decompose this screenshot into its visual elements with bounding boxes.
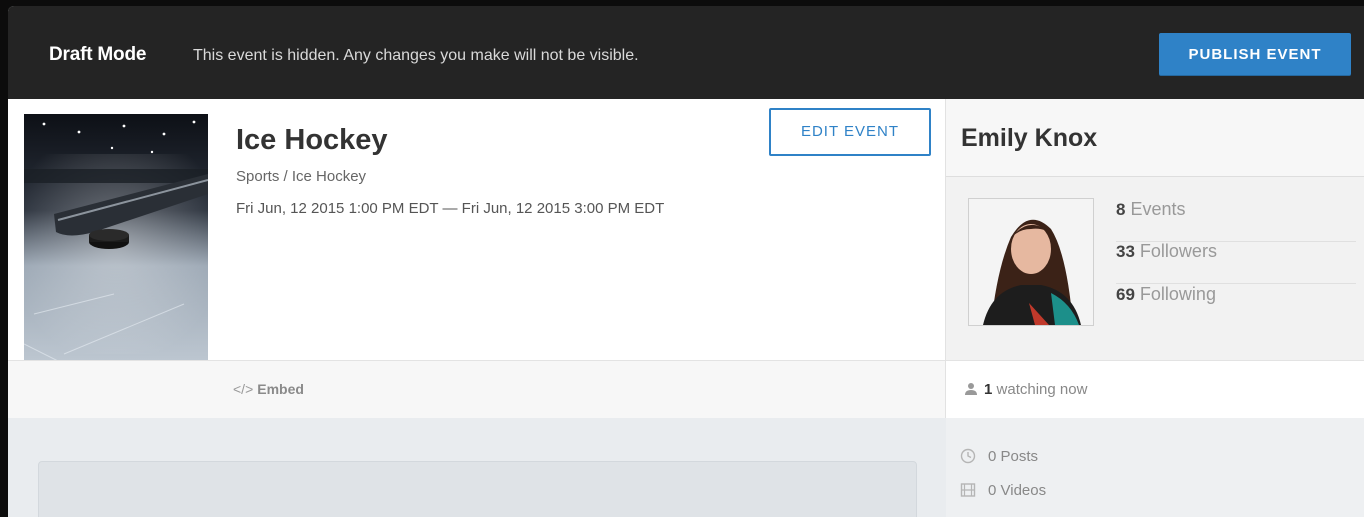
stat-followers-count: 33 — [1116, 242, 1135, 261]
draft-mode-message: This event is hidden. Any changes you ma… — [193, 47, 639, 64]
stat-events-label: Events — [1130, 199, 1186, 219]
clock-icon — [960, 448, 976, 464]
profile-name[interactable]: Emily Knox — [961, 124, 1097, 153]
watching-count: 1 — [984, 381, 993, 398]
edit-event-button[interactable]: EDIT EVENT — [769, 108, 931, 156]
embed-link[interactable]: </> Embed — [233, 381, 304, 397]
publish-event-button[interactable]: PUBLISH EVENT — [1159, 33, 1351, 76]
stat-followers[interactable]: 33 Followers — [1116, 241, 1356, 284]
event-card: Ice Hockey Sports / Ice Hockey Fri Jun, … — [8, 99, 946, 420]
event-card-footer: </> Embed — [8, 360, 945, 420]
posts-count[interactable]: 0 Posts — [960, 448, 1038, 465]
film-icon — [960, 483, 976, 497]
event-thumbnail — [24, 114, 208, 390]
hockey-image — [24, 114, 208, 390]
avatar[interactable] — [968, 198, 1094, 326]
watching-label: watching now — [996, 381, 1088, 398]
stat-events-count: 8 — [1116, 200, 1126, 219]
stat-following-label: Following — [1139, 284, 1216, 304]
stat-events[interactable]: 8 Events — [1116, 199, 1356, 242]
code-icon: </> — [233, 381, 254, 397]
draft-mode-label: Draft Mode — [49, 44, 147, 65]
event-date-range: Fri Jun, 12 2015 1:00 PM EDT — Fri Jun, … — [236, 200, 665, 217]
posts-label: 0 Posts — [988, 448, 1039, 465]
profile-header: Emily Knox — [946, 99, 1364, 177]
event-title: Ice Hockey — [236, 124, 388, 156]
host-profile-panel: Emily Knox 8 Events 33 Followers 69 Followi… — [946, 99, 1364, 420]
stat-following[interactable]: 69 Following — [1116, 284, 1356, 326]
stat-followers-label: Followers — [1139, 241, 1217, 261]
watching-bar: 1 watching now — [946, 360, 1364, 420]
post-composer-box[interactable] — [38, 461, 917, 517]
app-window: Draft Mode This event is hidden. Any cha… — [8, 6, 1364, 517]
videos-count[interactable]: 0 Videos — [960, 482, 1046, 499]
stat-following-count: 69 — [1116, 285, 1135, 304]
activity-stats: 0 Posts 0 Videos — [946, 418, 1364, 517]
watching-now: 1 watching now — [964, 381, 1087, 398]
avatar-photo — [969, 199, 1093, 325]
content-area — [8, 418, 945, 517]
draft-mode-banner: Draft Mode This event is hidden. Any cha… — [8, 6, 1364, 99]
person-icon — [965, 383, 977, 395]
videos-label: 0 Videos — [988, 482, 1047, 499]
embed-label: Embed — [257, 381, 304, 397]
event-category[interactable]: Sports / Ice Hockey — [236, 168, 366, 185]
